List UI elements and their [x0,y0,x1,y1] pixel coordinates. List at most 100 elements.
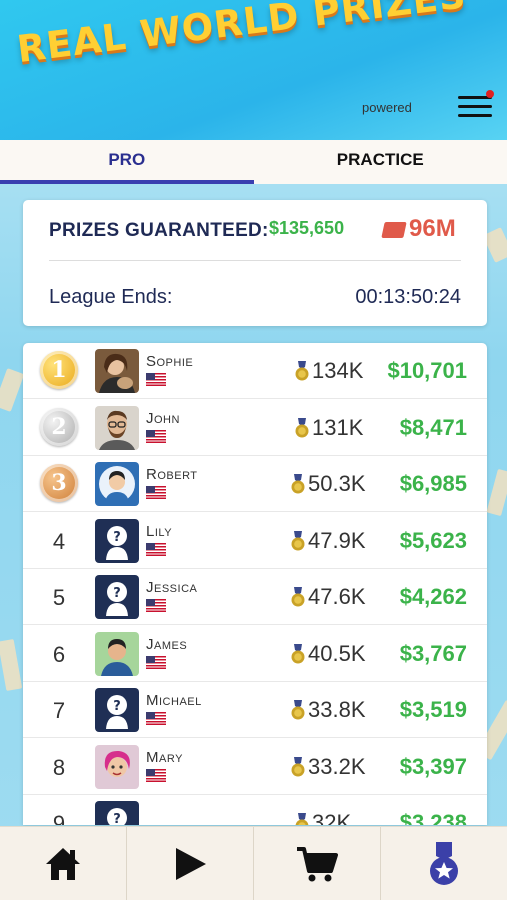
player-score: 131K [312,414,364,440]
svg-text:?: ? [113,699,121,714]
player-name: Sophie [146,353,194,370]
tab-practice[interactable]: PRACTICE [254,140,507,184]
league-countdown: 00:13:50:24 [355,286,461,308]
avatar [95,631,139,676]
play-icon [176,847,206,880]
header-banner: REAL WORLD PRIZES powered [0,0,507,140]
player-prize: $5,623 [399,527,467,553]
svg-text:?: ? [113,530,121,545]
avatar [95,349,139,393]
nav-home[interactable] [0,827,127,900]
rank-number: 8 [52,754,66,780]
player-score: 33.2K [308,753,366,779]
player-score: 134K [312,358,364,383]
player-score: 33.8K [308,697,366,722]
divider [49,260,461,261]
player-prize: $6,985 [399,471,467,496]
player-prize: $3,767 [399,640,467,666]
nav-leaderboard[interactable] [381,827,507,900]
trophy-icon [291,530,305,551]
player-prize: $10,701 [387,358,467,383]
player-name: Lily [146,522,173,540]
chips-icon [381,222,407,238]
prizes-guaranteed-label: PRIZES GUARANTEED: [49,220,269,241]
trophy-icon [291,643,305,664]
leaderboard-row[interactable]: 5? Jessica 47.6K $4,262 [23,569,487,625]
confetti-decoration [0,368,25,412]
avatar [95,462,139,506]
confetti-decoration [486,468,507,517]
rank-number: 6 [52,641,66,667]
us-flag-icon [146,712,166,725]
player-prize: $8,471 [399,414,467,440]
player-name: Michael [146,692,202,709]
home-icon [46,847,80,880]
leaderboard-row[interactable]: 4? Lily 47.9K $5,623 [23,513,487,569]
trophy-icon [291,756,305,777]
player-prize: $3,519 [399,697,467,722]
leaderboard-row[interactable]: 1 Sophie 134K $10,701 [23,343,487,399]
nav-play[interactable] [127,827,254,900]
prize-card: PRIZES GUARANTEED: $135,650 96M League E… [23,200,487,326]
avatar: ? [95,801,139,825]
powered-label: powered [362,100,412,115]
svg-text:?: ? [113,586,121,601]
trophy-icon [295,813,309,825]
rank-medal-icon: 1 [40,351,78,389]
us-flag-icon [146,655,166,669]
chips-amount: 96M [409,215,456,242]
notification-dot [486,90,494,98]
player-score: 47.6K [308,584,366,609]
player-score: 40.5K [308,640,366,666]
us-flag-icon [146,599,166,612]
us-flag-icon [146,486,166,499]
leaderboard-row[interactable]: 8 Mary 33.2K $3,397 [23,739,487,795]
trophy-icon [291,700,305,720]
rank-number: 7 [52,698,66,723]
player-score: 47.9K [308,527,366,553]
rank-number: 4 [52,528,66,554]
svg-text:?: ? [113,812,121,825]
rank-number: 5 [52,585,66,610]
leaderboard-row[interactable]: 6 James 40.5K $3,767 [23,626,487,682]
player-score: 32K [312,810,352,825]
us-flag-icon [146,768,166,782]
player-prize: $3,397 [399,753,467,779]
tab-bar: PRO PRACTICE [0,140,507,184]
rank-number: 9 [52,811,66,825]
player-name: Mary [146,748,183,766]
player-name: James [146,635,188,653]
league-ends-label: League Ends: [49,286,173,308]
avatar: ? [95,518,139,563]
us-flag-icon [146,373,166,386]
leaderboard-row[interactable]: 7? Michael 33.8K $3,519 [23,682,487,738]
avatar: ? [95,688,139,732]
trophy-icon [295,417,309,438]
leaderboard: 1 Sophie 134K $10,701 2 John 131K $8,471 3 Robert… [23,343,487,825]
player-name: Jessica [146,579,198,596]
player-name: John [146,409,180,427]
tab-pro[interactable]: PRO [0,140,254,184]
nav-shop[interactable] [254,827,381,900]
prizes-amount: $135,650 [269,218,345,238]
rank-medal-icon: 2 [40,407,78,446]
cart-icon [297,846,338,881]
player-score: 50.3K [308,471,366,496]
leaderboard-row[interactable]: 2 John 131K $8,471 [23,400,487,456]
avatar: ? [95,575,139,619]
rank-medal-icon: 3 [40,464,78,502]
menu-icon[interactable] [458,96,492,118]
leaderboard-row[interactable]: 9? 32K $3,238 [23,795,487,825]
player-prize: $4,262 [399,584,467,609]
us-flag-icon [146,429,166,443]
avatar [95,744,139,789]
player-name: Robert [146,466,198,483]
avatar [95,405,139,450]
leaderboard-row[interactable]: 3 Robert 50.3K $6,985 [23,456,487,512]
confetti-decoration [0,638,23,692]
trophy-icon [291,474,305,494]
banner-title: REAL WORLD PRIZES [14,0,469,71]
us-flag-icon [146,542,166,556]
player-prize: $3,238 [399,810,467,825]
medal-icon [430,841,458,885]
